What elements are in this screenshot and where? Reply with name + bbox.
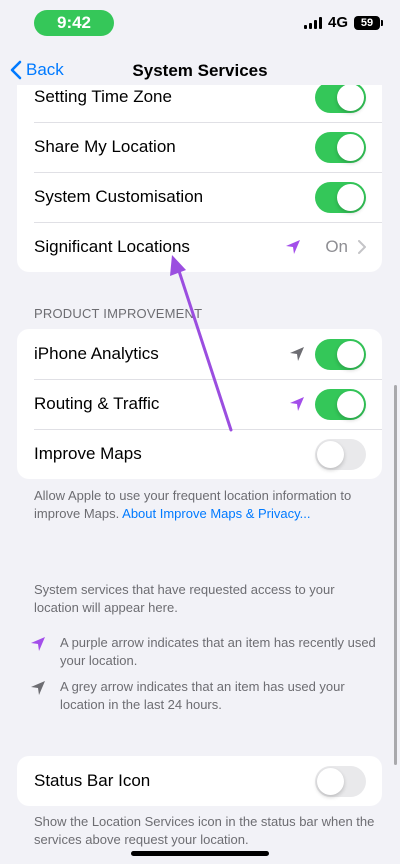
- row-iphone-analytics: iPhone Analytics: [17, 329, 382, 379]
- status-bar: 9:42 4G 59: [0, 0, 400, 44]
- share-my-location-toggle[interactable]: [315, 131, 366, 163]
- navigation-bar-overlay: Back System Services: [0, 52, 400, 92]
- location-arrow-purple-icon: [290, 397, 304, 411]
- row-significant-locations[interactable]: Significant Locations On: [17, 222, 382, 272]
- network-type: 4G: [327, 14, 348, 31]
- cellular-signal-icon: [303, 16, 322, 29]
- battery-level: 59: [360, 16, 374, 29]
- row-share-my-location: Share My Location: [17, 122, 382, 172]
- status-time: 9:42: [34, 10, 114, 36]
- row-routing-traffic: Routing & Traffic: [17, 379, 382, 429]
- home-indicator: [131, 851, 269, 856]
- page-title: System Services: [132, 61, 268, 80]
- location-arrow-grey-icon: [290, 347, 304, 361]
- status-bar-icon-footer: Show the Location Services icon in the s…: [34, 814, 375, 847]
- legend-purple: A purple arrow indicates that an item ha…: [30, 634, 380, 670]
- improve-maps-footer: Allow Apple to use your frequent locatio…: [34, 487, 379, 523]
- location-arrow-purple-icon: [31, 637, 45, 651]
- routing-traffic-toggle[interactable]: [315, 388, 366, 420]
- location-services-group: Setting Time Zone Share My Location Syst…: [17, 72, 382, 272]
- row-label: System Customisation: [34, 187, 204, 206]
- row-label: iPhone Analytics: [34, 344, 159, 363]
- battery-icon: 59: [354, 15, 383, 30]
- info-intro: System services that have requested acce…: [34, 582, 335, 615]
- scrollbar[interactable]: [394, 385, 397, 765]
- section-header-product-improvement: PRODUCT IMPROVEMENT: [34, 306, 203, 321]
- row-label: Significant Locations: [34, 237, 190, 256]
- significant-locations-value: On: [325, 237, 348, 256]
- status-bar-icon-group: Status Bar Icon: [17, 756, 382, 806]
- improve-maps-toggle[interactable]: [315, 438, 366, 470]
- location-arrow-purple-icon: [286, 240, 301, 254]
- iphone-analytics-toggle[interactable]: [315, 338, 366, 370]
- row-label: Status Bar Icon: [34, 771, 151, 790]
- row-label: Routing & Traffic: [34, 394, 160, 413]
- status-indicators: 4G 59: [303, 14, 383, 31]
- legend-grey-text: A grey arrow indicates that an item has …: [60, 679, 345, 712]
- about-improve-maps-link[interactable]: About Improve Maps & Privacy...: [122, 506, 310, 521]
- row-status-bar-icon: Status Bar Icon: [17, 756, 382, 806]
- system-customisation-toggle[interactable]: [315, 181, 366, 213]
- legend-purple-text: A purple arrow indicates that an item ha…: [60, 635, 376, 668]
- row-system-customisation: System Customisation: [17, 172, 382, 222]
- row-improve-maps: Improve Maps: [17, 429, 382, 479]
- row-label: Improve Maps: [34, 444, 142, 463]
- location-arrow-grey-icon: [31, 681, 45, 695]
- legend-grey: A grey arrow indicates that an item has …: [30, 678, 380, 714]
- row-label: Share My Location: [34, 137, 176, 156]
- status-bar-icon-toggle[interactable]: [315, 765, 366, 797]
- chevron-right-icon: [358, 240, 366, 254]
- product-improvement-group: iPhone Analytics Routing & Traffic Impro…: [17, 329, 382, 479]
